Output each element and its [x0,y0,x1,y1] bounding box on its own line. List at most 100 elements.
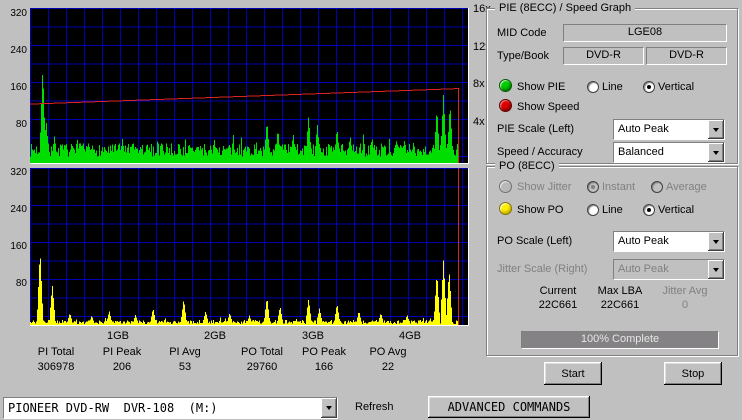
book-value: DVD-R [646,47,727,65]
stat-pi-avg: PI Avg 53 [150,346,220,373]
type-value: DVD-R [563,47,644,65]
po-graph-plot [30,168,469,326]
show-po-led-icon[interactable] [499,202,512,215]
max-lba-label: Max LBA [589,285,651,297]
speed-ytick: 4x [473,116,485,128]
xtick-1gb: 1GB [98,330,138,342]
dropdown-arrow-icon[interactable] [708,143,724,162]
speed-accuracy-select[interactable]: Balanced [613,142,725,163]
pie-ytick: 160 [1,82,27,93]
app-window: 320 240 160 80 320 240 160 80 16x 12x 8x… [0,0,742,420]
progress-bar: 100% Complete [521,331,719,349]
arrow-down-icon [713,128,719,132]
mid-code-value: LGE08 [563,24,727,42]
xtick-2gb: 2GB [195,330,235,342]
pie-scale-label: PIE Scale (Left) [497,123,574,135]
type-book-label: Type/Book [497,50,549,62]
po-vertical-radio[interactable] [643,204,655,216]
po-ytick: 240 [1,204,27,215]
po-scale-select[interactable]: Auto Peak [613,231,725,252]
show-pie-led-icon[interactable] [499,79,512,92]
stat-value: 206 [87,361,157,373]
pie-line-radio[interactable] [587,81,599,93]
pie-group-title: PIE (8ECC) / Speed Graph [495,2,635,14]
stat-value: 53 [150,361,220,373]
show-jitter-led-icon [499,180,512,193]
pie-ytick: 240 [1,45,27,56]
jitter-instant-label: Instant [602,181,635,193]
pie-graph-canvas [30,8,468,163]
jitter-scale-value: Auto Peak [618,263,669,275]
jitter-average-label: Average [666,181,707,193]
jitter-average-radio [651,181,663,193]
stat-po-total: PO Total 29760 [227,346,297,373]
stat-po-peak: PO Peak 166 [289,346,359,373]
mid-code-label: MID Code [497,27,547,39]
drive-select-value: PIONEER DVD-RW DVR-108 (M:) [8,401,218,415]
arrow-down-icon [713,268,719,272]
po-group-title: PO (8ECC) [495,160,559,172]
show-speed-label: Show Speed [517,101,579,113]
jitter-scale-label: Jitter Scale (Right) [497,263,587,275]
speed-ytick: 8x [473,78,485,90]
stat-po-avg: PO Avg 22 [353,346,423,373]
speed-accuracy-label: Speed / Accuracy [497,146,583,158]
pie-graph-plot [30,8,469,164]
po-settings-group: PO (8ECC) Show Jitter Instant Average Sh… [486,166,738,356]
show-jitter-label: Show Jitter [517,181,571,193]
drive-select[interactable]: PIONEER DVD-RW DVR-108 (M:) [3,397,338,419]
stat-pi-total: PI Total 306978 [21,346,91,373]
arrow-down-icon [713,151,719,155]
dropdown-arrow-icon[interactable] [708,232,724,251]
pie-vertical-radio[interactable] [643,81,655,93]
speed-accuracy-value: Balanced [618,146,664,158]
jitter-avg-value: 0 [653,299,717,311]
stat-label: PI Total [21,346,91,358]
pie-vertical-label: Vertical [658,81,694,93]
current-label: Current [527,285,589,297]
pie-scale-select[interactable]: Auto Peak [613,119,725,140]
show-speed-led-icon[interactable] [499,99,512,112]
dropdown-arrow-icon [708,260,724,279]
dropdown-arrow-icon[interactable] [321,398,337,418]
stat-value: 306978 [21,361,91,373]
po-ytick: 160 [1,241,27,252]
jitter-avg-label: Jitter Avg [653,285,717,297]
jitter-scale-select: Auto Peak [613,259,725,280]
current-value: 22C661 [527,299,589,311]
stat-label: PO Peak [289,346,359,358]
max-lba-value: 22C661 [589,299,651,311]
stat-label: PI Peak [87,346,157,358]
arrow-down-icon [713,240,719,244]
stat-value: 166 [289,361,359,373]
pie-ytick: 80 [1,119,27,130]
stat-pi-peak: PI Peak 206 [87,346,157,373]
show-po-label: Show PO [517,204,563,216]
show-pie-label: Show PIE [517,81,565,93]
po-scale-value: Auto Peak [618,235,669,247]
stat-value: 22 [353,361,423,373]
dropdown-arrow-icon[interactable] [708,120,724,139]
stat-label: PO Total [227,346,297,358]
pie-settings-group: PIE (8ECC) / Speed Graph MID Code LGE08 … [486,8,738,164]
advanced-commands-button[interactable]: ADVANCED COMMANDS [428,396,590,418]
po-line-label: Line [602,204,623,216]
po-ytick: 80 [1,278,27,289]
start-button[interactable]: Start [544,362,602,385]
jitter-instant-radio [587,181,599,193]
arrow-down-icon [326,406,332,410]
stat-value: 29760 [227,361,297,373]
xtick-3gb: 3GB [293,330,333,342]
stat-label: PI Avg [150,346,220,358]
po-vertical-label: Vertical [658,204,694,216]
po-graph-canvas [30,168,468,325]
refresh-button[interactable]: Refresh [355,401,394,413]
pie-line-label: Line [602,81,623,93]
xtick-4gb: 4GB [390,330,430,342]
pie-scale-value: Auto Peak [618,123,669,135]
po-ytick: 320 [1,167,27,178]
po-line-radio[interactable] [587,204,599,216]
stop-button[interactable]: Stop [664,362,722,385]
pie-ytick: 320 [1,8,27,19]
stat-label: PO Avg [353,346,423,358]
